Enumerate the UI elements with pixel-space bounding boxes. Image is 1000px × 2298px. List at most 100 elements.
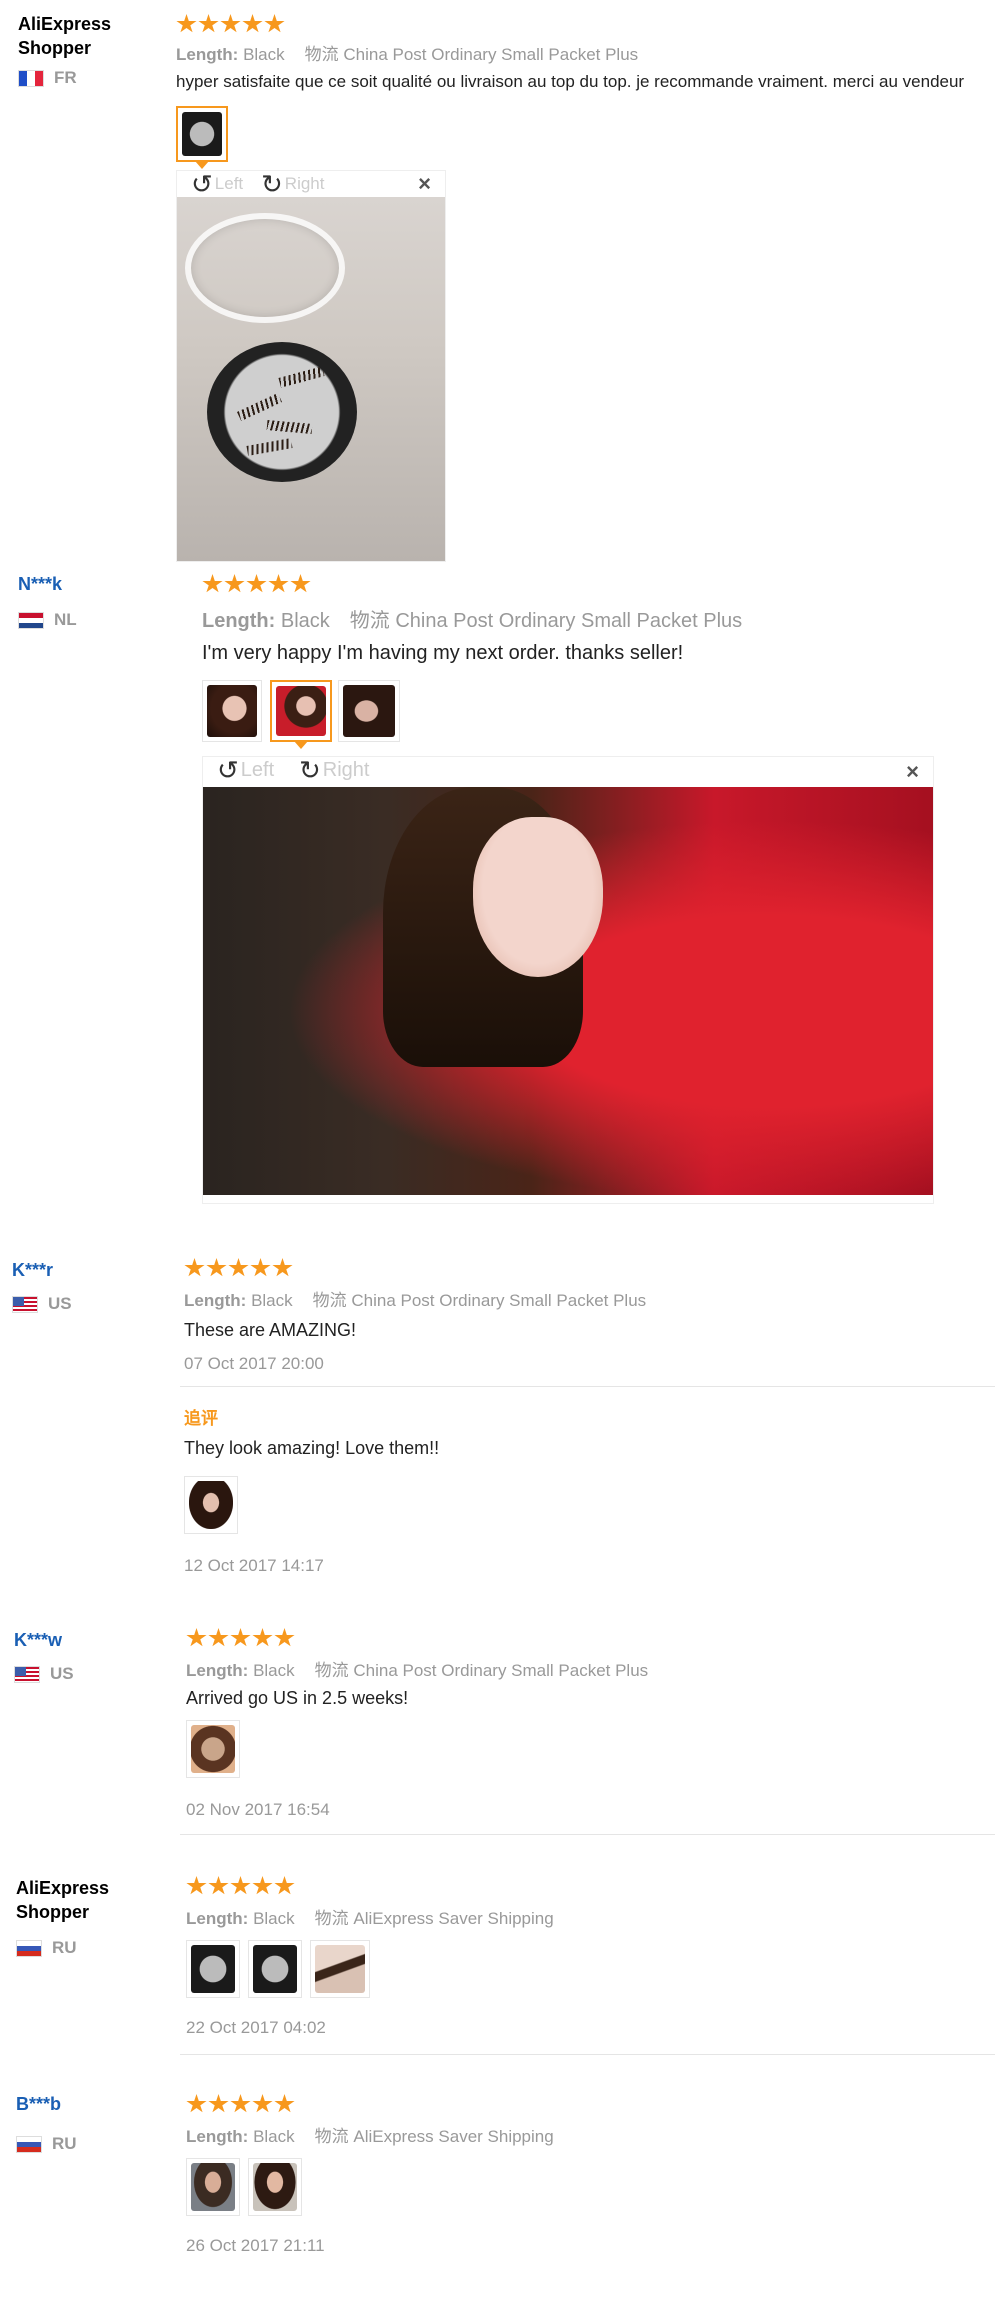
reviewer-country: NL: [18, 610, 77, 630]
order-attributes: Length: Black 物流 China Post Ordinary Smal…: [176, 45, 639, 64]
review-photo-thumb[interactable]: [186, 1940, 240, 1998]
rotate-right-icon: ↻: [299, 755, 321, 785]
rating-stars: [186, 2094, 296, 2114]
reviewer-country: FR: [18, 68, 77, 88]
review-date: 02 Nov 2017 16:54: [186, 1800, 330, 1819]
flag-fr-icon: [18, 69, 44, 87]
flag-ru-icon: [16, 1939, 42, 1957]
review-photo-thumb[interactable]: [184, 1476, 238, 1534]
star-icon: [274, 1628, 295, 1647]
viewer-toolbar: ↺ Left ↻ Right ×: [203, 757, 933, 787]
rotate-right-icon: ↻: [261, 169, 283, 199]
reviewer-country: RU: [16, 2134, 77, 2154]
reviewer-name: B***b: [16, 2094, 62, 2114]
close-icon[interactable]: ×: [906, 761, 919, 783]
reviewer-name: AliExpress Shopper: [16, 1878, 110, 1922]
order-attributes: Length: Black 物流 China Post Ordinary Smal…: [184, 1291, 647, 1310]
review-photo-thumb[interactable]: [186, 1720, 240, 1778]
review-date: 26 Oct 2017 21:11: [186, 2236, 325, 2255]
rotate-left-button[interactable]: ↺ Left: [191, 171, 243, 197]
review-photo-thumb[interactable]: [248, 1940, 302, 1998]
divider: [180, 1834, 995, 1835]
star-icon: [230, 2094, 251, 2113]
reviewer-country: RU: [16, 1938, 77, 1958]
star-icon: [268, 574, 289, 593]
photo-viewer: ↺ Left ↻ Right ×: [176, 170, 446, 562]
reviewer-name: K***w: [14, 1630, 63, 1650]
star-icon: [274, 1876, 295, 1895]
star-icon: [272, 1258, 293, 1277]
star-icon: [206, 1258, 227, 1277]
review-date: 22 Oct 2017 04:02: [186, 2018, 326, 2037]
star-icon: [252, 1876, 273, 1895]
review-photo-thumb[interactable]: [338, 680, 400, 742]
review-2: N***k NL Length: Black 物流 China Post Ordi…: [0, 560, 1000, 1210]
flag-nl-icon: [18, 611, 44, 629]
review-photo-large: [177, 197, 445, 561]
star-icon: [230, 1628, 251, 1647]
star-icon: [252, 2094, 273, 2113]
reviewer-name: N***k: [18, 574, 63, 594]
close-icon[interactable]: ×: [418, 173, 431, 195]
star-icon: [250, 1258, 271, 1277]
star-icon: [274, 2094, 295, 2113]
star-icon: [230, 1876, 251, 1895]
review-photo-thumb[interactable]: [202, 680, 262, 742]
rotate-right-button[interactable]: ↻ Right: [299, 757, 370, 783]
reviewer-name: AliExpress Shopper: [18, 14, 112, 58]
divider: [180, 1386, 995, 1387]
flag-us-icon: [14, 1665, 40, 1683]
review-3: K***r US Length: Black 物流 China Post Ordi…: [0, 1250, 1000, 1590]
star-icon: [186, 1628, 207, 1647]
order-attributes: Length: Black 物流 China Post Ordinary Smal…: [186, 1661, 649, 1680]
review-photo-thumb[interactable]: [270, 680, 332, 742]
followup-label: 追评: [184, 1409, 218, 1428]
star-icon: [186, 2094, 207, 2113]
reviewer-name: K***r: [12, 1260, 54, 1280]
star-icon: [176, 14, 197, 33]
rating-stars: [184, 1258, 294, 1278]
rotate-left-button[interactable]: ↺ Left: [217, 757, 274, 783]
rotate-left-icon: ↺: [217, 755, 239, 785]
divider: [180, 2054, 995, 2055]
rotate-left-icon: ↺: [191, 169, 213, 199]
review-photo-large: [203, 787, 933, 1195]
review-photo-thumb[interactable]: [248, 2158, 302, 2216]
flag-ru-icon: [16, 2135, 42, 2153]
review-photo-thumb[interactable]: [186, 2158, 240, 2216]
review-date: 07 Oct 2017 20:00: [184, 1354, 324, 1373]
flag-us-icon: [12, 1295, 38, 1313]
review-text: Arrived go US in 2.5 weeks!: [186, 1688, 409, 1708]
rating-stars: [176, 14, 286, 34]
viewer-toolbar: ↺ Left ↻ Right ×: [177, 171, 445, 197]
rating-stars: [186, 1876, 296, 1896]
star-icon: [290, 574, 311, 593]
order-attributes: Length: Black 物流 AliExpress Saver Shippin…: [186, 2127, 554, 2146]
followup-date: 12 Oct 2017 14:17: [184, 1556, 324, 1575]
rotate-right-button[interactable]: ↻ Right: [261, 171, 324, 197]
review-5: AliExpress Shopper RU Length: Black 物流 Al…: [0, 1860, 1000, 2080]
star-icon: [246, 574, 267, 593]
rating-stars: [186, 1628, 296, 1648]
star-icon: [242, 14, 263, 33]
reviewer-country: US: [12, 1294, 72, 1314]
review-photo-thumb[interactable]: [310, 1940, 370, 1998]
rating-stars: [202, 574, 312, 594]
order-attributes: Length: Black 物流 China Post Ordinary Smal…: [202, 610, 743, 632]
review-photo-thumb[interactable]: [176, 106, 228, 162]
photo-viewer: ↺ Left ↻ Right ×: [202, 756, 934, 1204]
star-icon: [264, 14, 285, 33]
star-icon: [208, 2094, 229, 2113]
star-icon: [202, 574, 223, 593]
review-6: B***b RU Length: Black 物流 AliExpress Save…: [0, 2080, 1000, 2298]
reviewer-country: US: [14, 1664, 74, 1684]
review-text: I'm very happy I'm having my next order.…: [202, 642, 684, 664]
review-text: These are AMAZING!: [184, 1320, 357, 1340]
order-attributes: Length: Black 物流 AliExpress Saver Shippin…: [186, 1909, 554, 1928]
review-4: K***w US Length: Black 物流 China Post Ordi…: [0, 1620, 1000, 1860]
review-1: AliExpress Shopper FR Length: Black 物流 Ch…: [0, 0, 1000, 562]
star-icon: [184, 1258, 205, 1277]
star-icon: [228, 1258, 249, 1277]
star-icon: [224, 574, 245, 593]
star-icon: [220, 14, 241, 33]
